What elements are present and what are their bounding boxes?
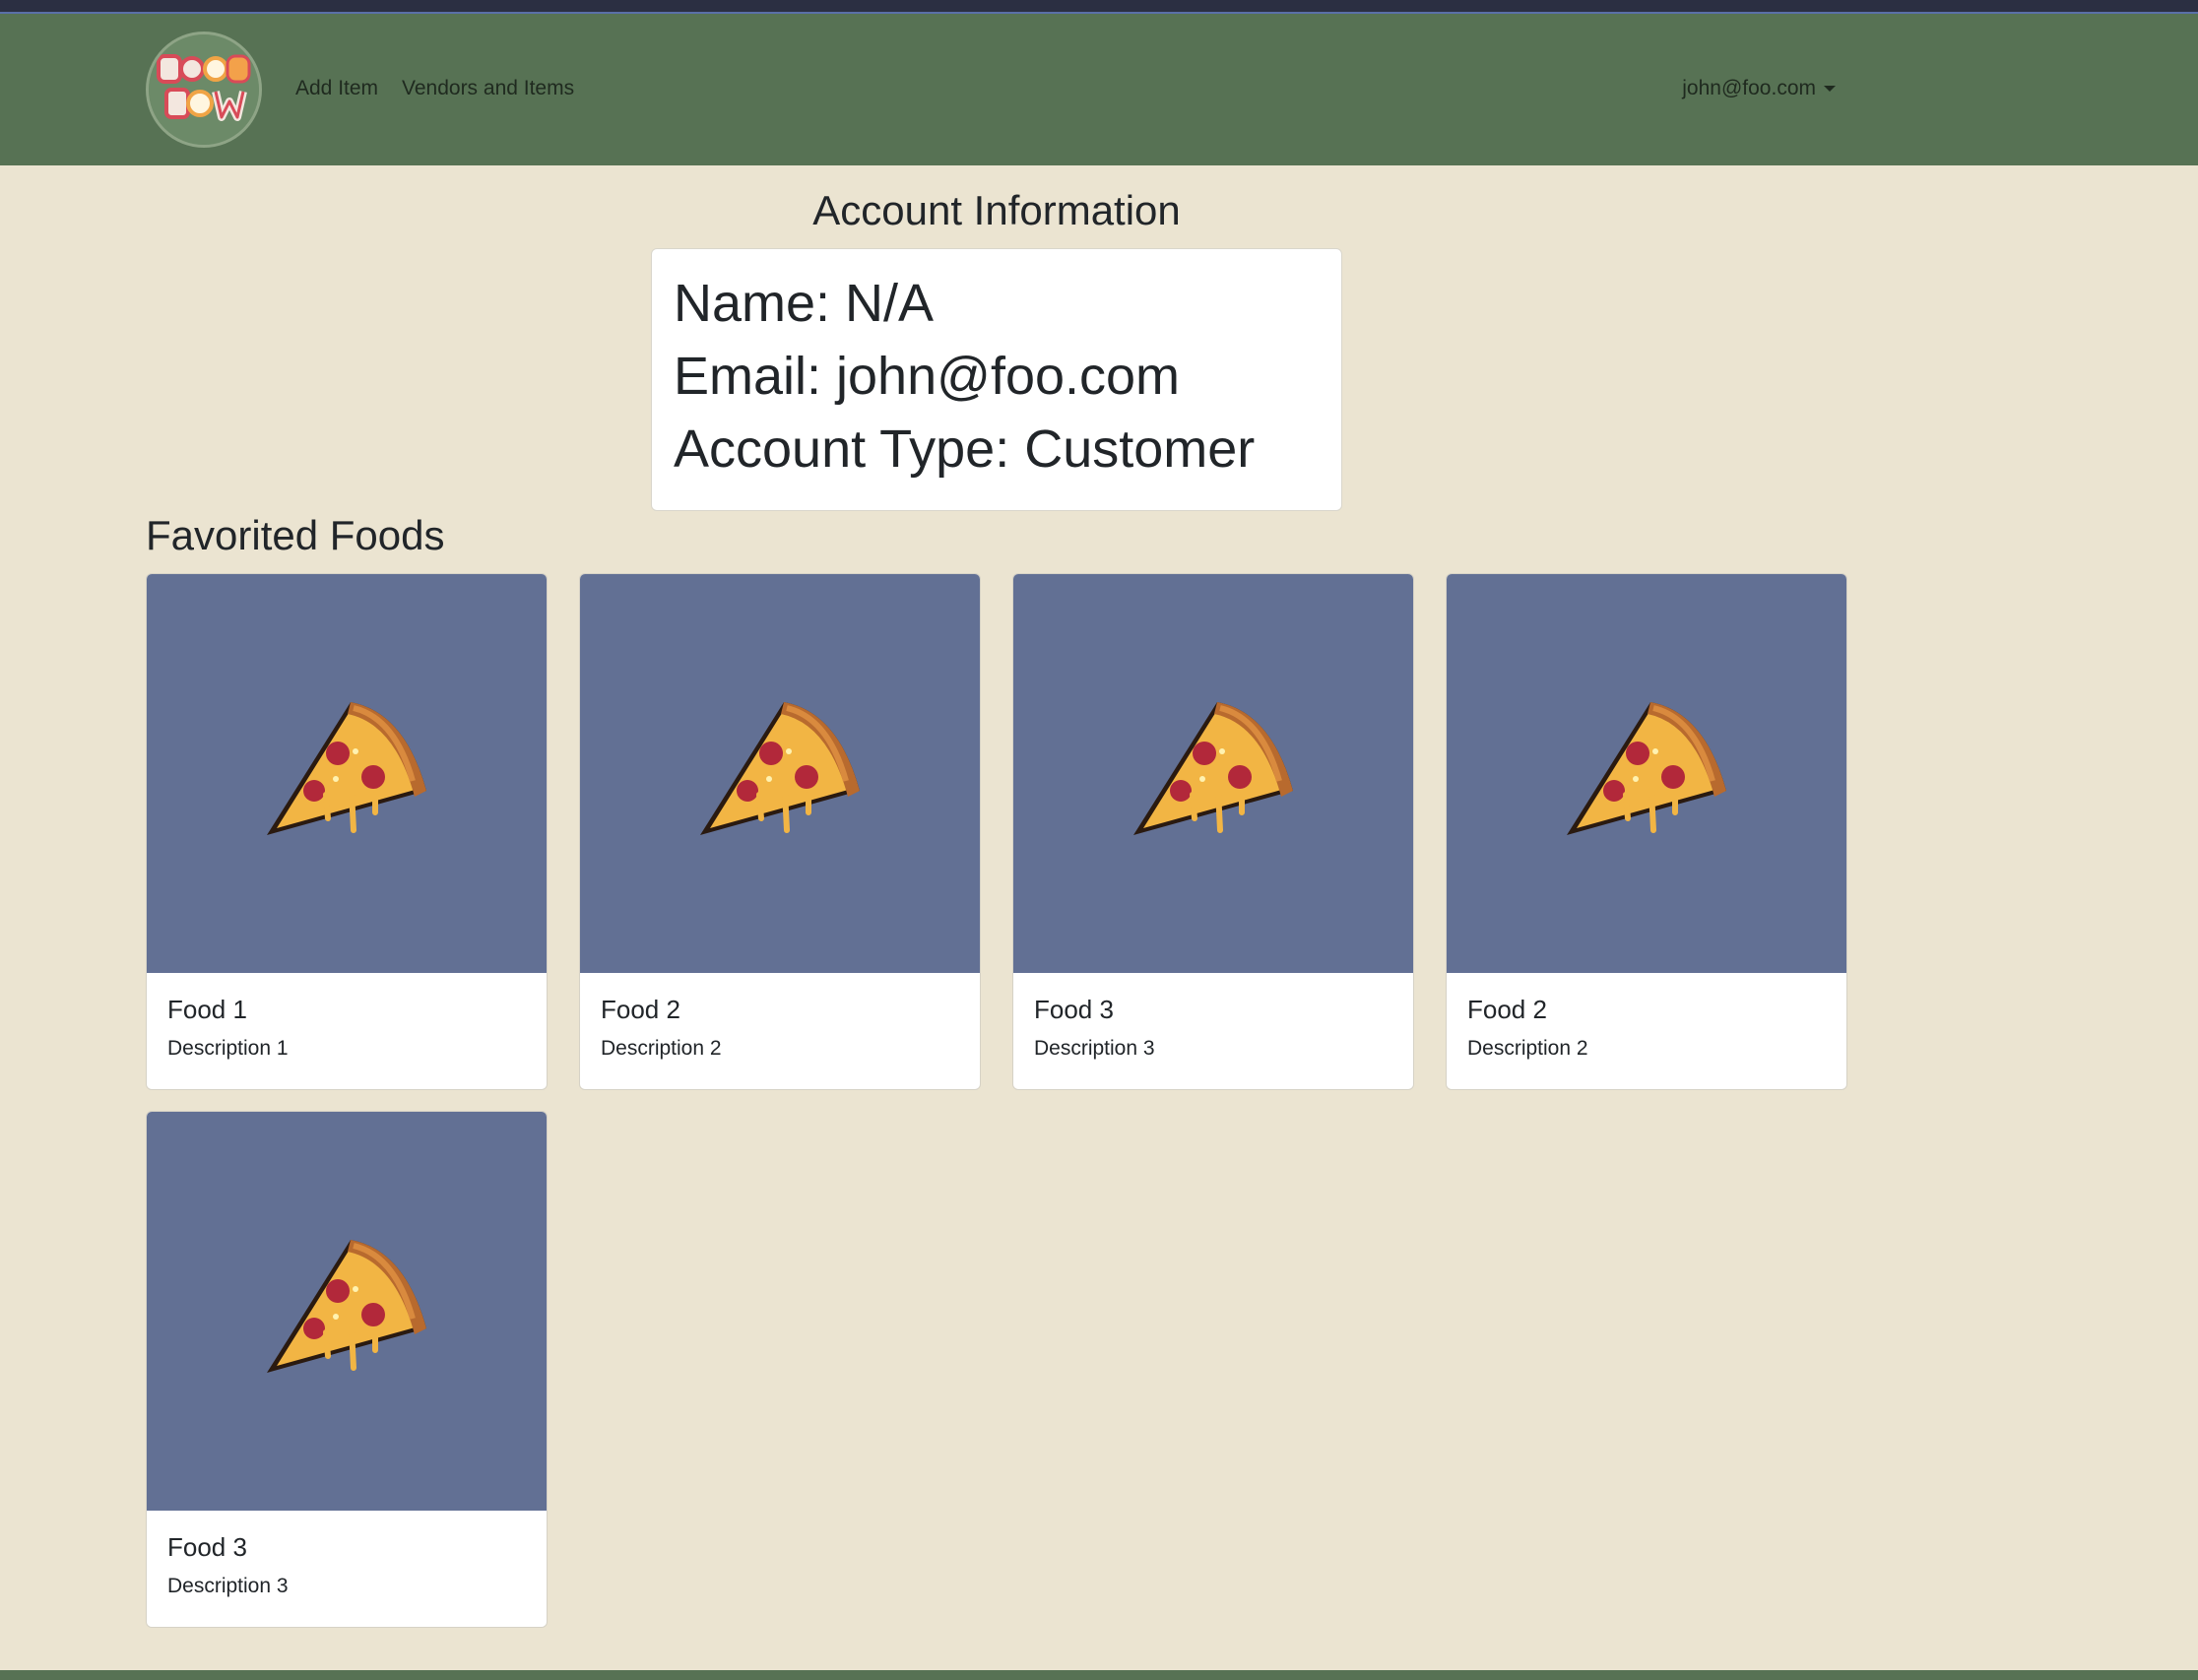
food-card[interactable]: Food 3 Description 3 <box>1012 573 1414 1090</box>
food-description: Description 2 <box>601 1037 722 1060</box>
pizza-icon <box>1567 702 1726 835</box>
food-name: Food 3 <box>1034 995 1114 1024</box>
food-card[interactable]: Food 2 Description 2 <box>1446 573 1847 1090</box>
favorited-foods-title: Favorited Foods <box>146 512 445 558</box>
food-name: Food 2 <box>601 995 680 1024</box>
pizza-icon <box>267 702 426 835</box>
food-description: Description 3 <box>167 1575 289 1597</box>
navbar: Add Item Vendors and Items john@foo.com <box>0 14 2198 165</box>
food-image <box>147 1112 547 1511</box>
food-now-logo-icon <box>149 34 259 145</box>
window-top-strip <box>0 0 2198 14</box>
food-name: Food 2 <box>1467 995 1547 1024</box>
caret-down-icon <box>1824 86 1836 92</box>
nav-add-item-link[interactable]: Add Item <box>295 77 378 100</box>
food-card[interactable]: Food 2 Description 2 <box>579 573 981 1090</box>
food-description: Description 1 <box>167 1037 289 1060</box>
user-email-label: john@foo.com <box>1682 77 1816 99</box>
food-description: Description 2 <box>1467 1037 1588 1060</box>
food-name: Food 1 <box>167 995 247 1024</box>
pizza-icon <box>700 702 860 835</box>
account-info-title: Account Information <box>812 187 1181 233</box>
food-name: Food 3 <box>167 1532 247 1562</box>
account-info-card: Name: N/A Email: john@foo.com Account Ty… <box>651 248 1342 511</box>
footer-strip <box>0 1670 2198 1680</box>
food-card[interactable]: Food 3 Description 3 <box>146 1111 548 1628</box>
food-image <box>1013 574 1413 973</box>
food-image <box>147 574 547 973</box>
user-dropdown[interactable]: john@foo.com <box>1682 77 1836 100</box>
account-name: Name: N/A <box>674 274 935 333</box>
food-description: Description 3 <box>1034 1037 1155 1060</box>
account-email: Email: john@foo.com <box>674 347 1181 406</box>
pizza-icon <box>267 1240 426 1373</box>
nav-vendors-items-link[interactable]: Vendors and Items <box>402 77 574 100</box>
food-image <box>580 574 980 973</box>
account-type: Account Type: Customer <box>674 420 1256 479</box>
pizza-icon <box>1133 702 1293 835</box>
food-now-logo[interactable] <box>146 32 262 148</box>
food-card[interactable]: Food 1 Description 1 <box>146 573 548 1090</box>
food-image <box>1447 574 1846 973</box>
